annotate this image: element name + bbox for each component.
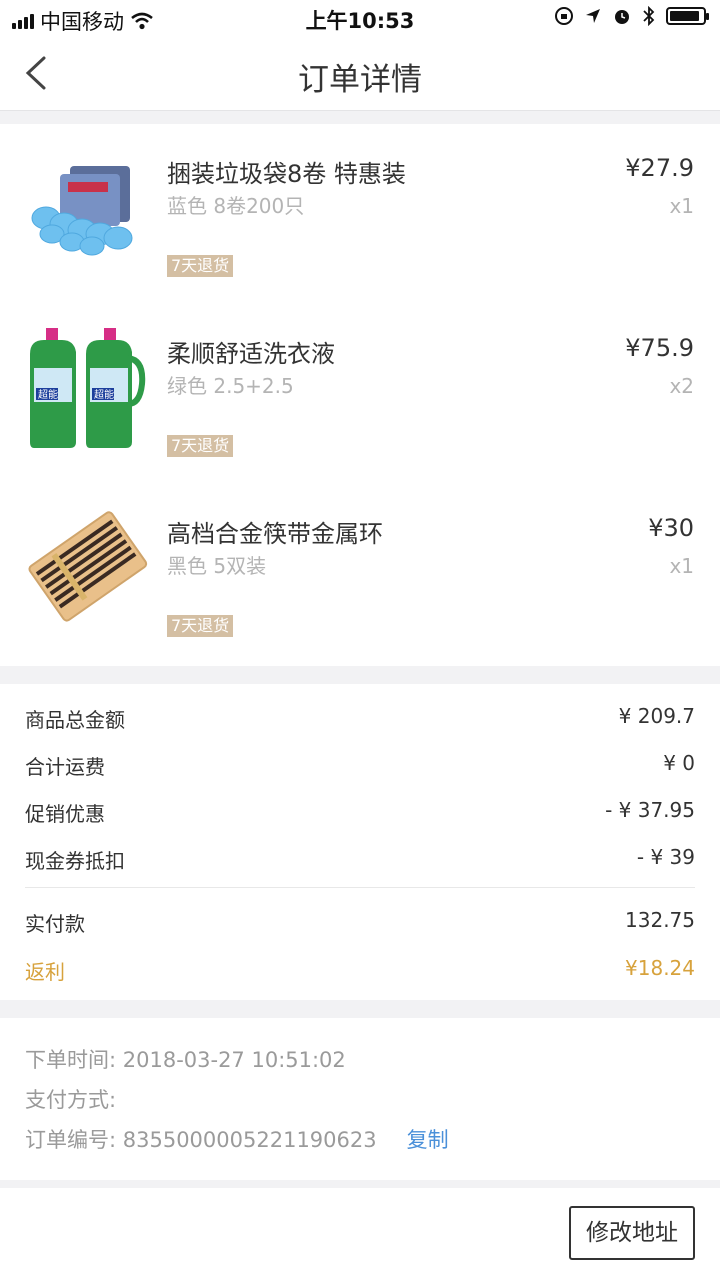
list-item[interactable]: 捆装垃圾袋8卷 特惠装 蓝色 8卷200只 ¥27.9 x1 7天退货 xyxy=(0,134,720,314)
list-item[interactable]: 高档合金筷带金属环 黑色 5双装 ¥30 x1 7天退货 xyxy=(0,494,720,674)
copy-order-number-link[interactable]: 复制 xyxy=(407,1128,449,1152)
summary-value: ¥ 0 xyxy=(663,751,695,775)
rebate-value: ¥18.24 xyxy=(625,956,695,980)
item-price: ¥75.9 xyxy=(625,334,694,362)
product-thumbnail-garbage-bags[interactable] xyxy=(24,144,150,270)
summary-value: - ¥ 37.95 xyxy=(605,798,695,822)
product-thumbnail-chopsticks[interactable] xyxy=(24,504,150,630)
summary-row-rebate: 返利 ¥18.24 xyxy=(25,956,695,986)
battery-icon xyxy=(666,7,709,25)
list-item[interactable]: 超能 超能 柔顺舒适洗衣液 绿色 2.5+2.5 ¥75.9 x2 7天退货 xyxy=(0,314,720,494)
page-title: 订单详情 xyxy=(298,62,422,98)
bluetooth-icon xyxy=(643,6,655,26)
summary-label: 现金券抵扣 xyxy=(25,849,125,873)
summary-label: 促销优惠 xyxy=(25,802,105,826)
order-info: 下单时间: 2018-03-27 10:51:02 支付方式: 订单编号: 83… xyxy=(0,1018,720,1180)
order-items-list: 捆装垃圾袋8卷 特惠装 蓝色 8卷200只 ¥27.9 x1 7天退货 超能 超… xyxy=(0,124,720,666)
summary-row-promotion: 促销优惠 - ¥ 37.95 xyxy=(25,798,695,828)
paid-label: 实付款 xyxy=(25,912,85,936)
item-name: 捆装垃圾袋8卷 特惠装 xyxy=(167,160,406,188)
summary-label: 商品总金额 xyxy=(25,708,125,732)
order-number-row: 订单编号: 8355000005221190623 复制 xyxy=(25,1124,449,1154)
return-policy-badge: 7天退货 xyxy=(167,255,234,277)
paid-value: 132.75 xyxy=(625,908,695,932)
payment-method: 支付方式: xyxy=(25,1088,117,1112)
summary-row-total: 商品总金额 ¥ 209.7 xyxy=(25,704,695,734)
item-price: ¥30 xyxy=(648,514,694,542)
summary-value: - ¥ 39 xyxy=(636,845,695,869)
order-time: 下单时间: 2018-03-27 10:51:02 xyxy=(25,1048,346,1072)
item-price: ¥27.9 xyxy=(625,154,694,182)
item-spec: 绿色 2.5+2.5 xyxy=(167,374,294,398)
item-spec: 蓝色 8卷200只 xyxy=(167,194,305,218)
location-icon xyxy=(586,9,600,23)
summary-label: 合计运费 xyxy=(25,755,105,779)
nav-bar: 订单详情 xyxy=(0,36,720,111)
item-name: 柔顺舒适洗衣液 xyxy=(167,340,335,368)
item-quantity: x1 xyxy=(669,194,694,218)
item-spec: 黑色 5双装 xyxy=(167,554,267,578)
rebate-label: 返利 xyxy=(25,960,65,984)
item-quantity: x2 xyxy=(669,374,694,398)
return-policy-badge: 7天退货 xyxy=(167,615,234,637)
status-bar: 中国移动 上午10:53 xyxy=(0,0,720,36)
summary-row-coupon: 现金券抵扣 - ¥ 39 xyxy=(25,845,695,875)
summary-divider xyxy=(25,887,695,888)
summary-row-paid: 实付款 132.75 xyxy=(25,908,695,938)
product-thumbnail-detergent[interactable]: 超能 超能 xyxy=(24,324,150,450)
item-quantity: x1 xyxy=(669,554,694,578)
summary-value: ¥ 209.7 xyxy=(618,704,695,728)
alarm-icon xyxy=(615,10,629,24)
return-policy-badge: 7天退货 xyxy=(167,435,234,457)
price-summary: 商品总金额 ¥ 209.7 合计运费 ¥ 0 促销优惠 - ¥ 37.95 现金… xyxy=(0,684,720,1000)
order-number: 订单编号: 8355000005221190623 xyxy=(25,1128,377,1152)
bottom-bar: 修改地址 xyxy=(0,1188,720,1280)
rotation-lock-icon xyxy=(555,7,573,25)
status-right xyxy=(554,6,709,26)
item-name: 高档合金筷带金属环 xyxy=(167,520,383,548)
modify-address-button[interactable]: 修改地址 xyxy=(569,1206,695,1260)
summary-row-shipping: 合计运费 ¥ 0 xyxy=(25,751,695,781)
svg-text:超能: 超能 xyxy=(38,388,58,401)
svg-text:超能: 超能 xyxy=(94,388,114,401)
